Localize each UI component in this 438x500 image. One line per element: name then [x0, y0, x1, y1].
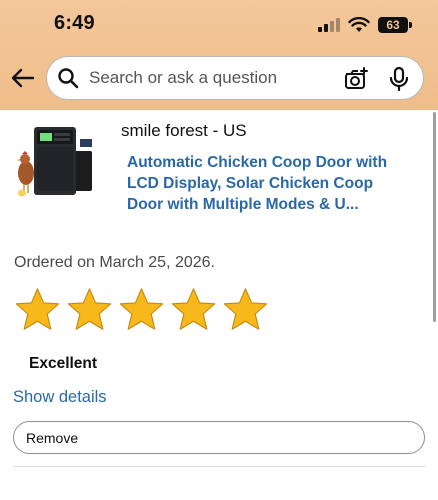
order-date: Ordered on March 25, 2026. [14, 254, 216, 271]
status-time: 6:49 [54, 12, 95, 34]
star-1-icon[interactable] [14, 286, 61, 333]
battery-icon: 63 [378, 17, 412, 33]
camera-search-icon[interactable] [343, 66, 369, 92]
microphone-icon[interactable] [387, 66, 411, 92]
search-input[interactable] [87, 67, 351, 89]
star-5-icon[interactable] [222, 286, 269, 333]
back-arrow-icon[interactable] [9, 64, 37, 92]
product-title-link[interactable]: Automatic Chicken Coop Door with LCD Dis… [127, 152, 399, 215]
remove-button[interactable]: Remove [13, 421, 425, 454]
status-icons: 63 [318, 14, 412, 36]
search-icon [58, 68, 79, 89]
star-2-icon[interactable] [66, 286, 113, 333]
star-4-icon[interactable] [170, 286, 217, 333]
star-3-icon[interactable] [118, 286, 165, 333]
scrollbar[interactable] [433, 112, 436, 322]
star-rating[interactable] [14, 286, 269, 333]
cellular-signal-icon [318, 18, 340, 32]
wifi-icon [348, 17, 370, 32]
top-header: 6:49 63 [0, 0, 438, 110]
rating-label: Excellent [29, 355, 98, 372]
product-image[interactable] [16, 127, 112, 201]
divider [13, 466, 425, 467]
search-bar[interactable] [46, 56, 424, 100]
show-details-link[interactable]: Show details [13, 388, 107, 407]
seller-name: smile forest - US [121, 121, 247, 140]
